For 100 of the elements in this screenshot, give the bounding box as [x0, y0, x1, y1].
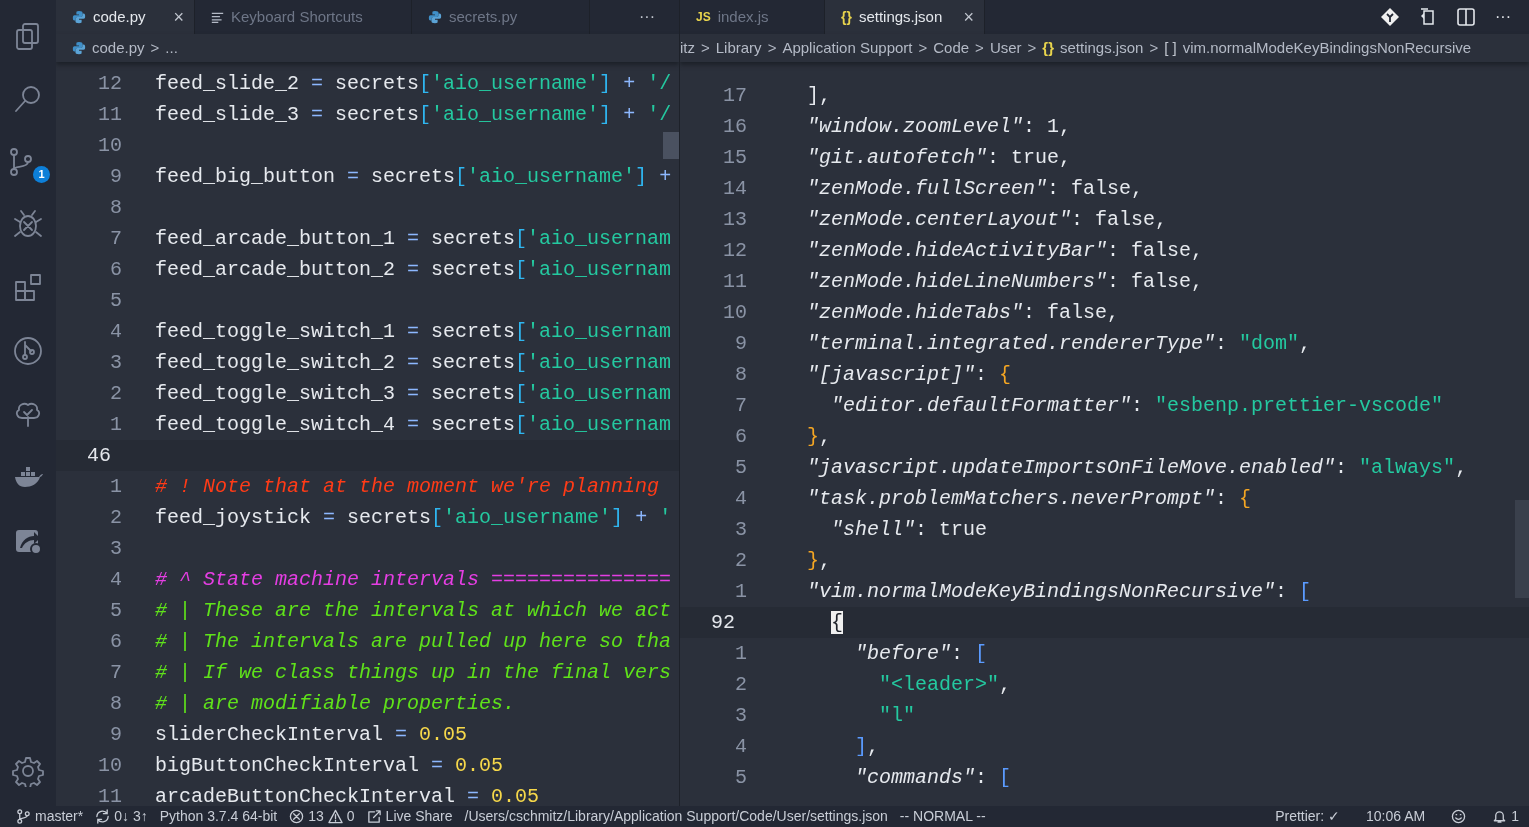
line-number: 46	[86, 442, 112, 469]
status-item[interactable]: 0↓ 3↑	[114, 806, 148, 827]
line-number: 8	[109, 194, 123, 221]
code-line: "[javascript]": {	[807, 361, 1012, 388]
python-icon	[72, 41, 86, 55]
breadcrumb[interactable]: User	[989, 36, 1022, 60]
close-icon[interactable]: ×	[963, 3, 974, 31]
line-number: 9	[109, 721, 123, 748]
line-number: 3	[109, 349, 123, 376]
breadcrumb[interactable]: {} settings.json	[1042, 36, 1144, 60]
code-line: "shell": true	[830, 516, 988, 543]
line-number: 6	[109, 628, 123, 655]
bell-icon[interactable]	[1492, 809, 1508, 824]
close-icon[interactable]: ×	[173, 3, 184, 31]
line-number: 17	[722, 82, 748, 109]
code-line: # | The intervals are pulled up here so tha	[155, 628, 672, 655]
status-item[interactable]: 10:06 AM	[1366, 806, 1426, 827]
code-line: feed_toggle_switch_1 = secrets['aio_usernam	[155, 318, 672, 345]
code-line: "before": [	[854, 640, 988, 667]
array-icon: [ ]	[1164, 36, 1177, 60]
code-line: "<leader>",	[878, 671, 1012, 698]
list-icon	[211, 10, 224, 24]
status-item[interactable]: 0	[346, 806, 355, 827]
js-icon: JS	[696, 8, 711, 26]
sync-icon[interactable]	[95, 809, 111, 824]
breadcrumb[interactable]: itz	[680, 36, 695, 60]
status-item[interactable]: 13	[308, 806, 324, 827]
line-number: 11	[97, 783, 123, 806]
code-line: feed_arcade_button_1 = secrets['aio_usernam	[155, 225, 672, 252]
line-number: 4	[734, 485, 748, 512]
braces-icon: {}	[841, 6, 852, 28]
settings-icon[interactable]	[12, 755, 44, 787]
status-item[interactable]: Python 3.7.4 64-bit	[159, 806, 278, 827]
code-line: feed_slide_3 = secrets['aio_username'] + '/	[155, 101, 672, 128]
line-number: 9	[734, 330, 748, 357]
line-number: 5	[109, 597, 123, 624]
status-item[interactable]: /Users/cschmitz/Library/Application Support/Code/User/settings.json	[464, 806, 888, 827]
chevron-icon: >	[1149, 36, 1159, 60]
line-number: 7	[734, 392, 748, 419]
code-line: "zenMode.hideTabs": false,	[807, 299, 1120, 326]
more-actions-button[interactable]: ···	[1485, 0, 1529, 34]
code-line: "javascript.updateImportsOnFileMove.enabled": "always",	[807, 454, 1468, 481]
status-item[interactable]: Live Share	[385, 806, 453, 827]
line-number: 4	[109, 566, 123, 593]
code-line: "task.problemMatchers.neverPrompt": {	[807, 485, 1252, 512]
code-line: "git.autofetch": true,	[807, 144, 1072, 171]
editor-tab[interactable]: code.py ×	[56, 0, 195, 34]
code-line: feed_toggle_switch_2 = secrets['aio_usernam	[155, 349, 672, 376]
code-line: "window.zoomLevel": 1,	[807, 113, 1072, 140]
extensions-icon[interactable]	[12, 271, 44, 304]
line-number: 5	[734, 764, 748, 791]
chevron-icon: >	[767, 36, 777, 60]
editor-tab[interactable]: {} settings.json ×	[825, 0, 985, 34]
live-share-icon[interactable]	[366, 809, 382, 824]
line-number: 2	[109, 504, 123, 531]
braces-icon: {}	[1042, 36, 1054, 60]
line-number: 12	[97, 70, 123, 97]
more-actions-button[interactable]: ···	[615, 0, 679, 34]
line-number: 12	[722, 237, 748, 264]
line-number: 7	[109, 659, 123, 686]
code-line: feed_joystick = secrets['aio_username'] + '	[155, 504, 672, 531]
code-line: "vim.normalModeKeyBindingsNonRecursive": [	[807, 578, 1312, 605]
code-line: "editor.defaultFormatter": "esbenp.prettier-vscode"	[830, 392, 1444, 419]
code-line: "l"	[878, 702, 916, 729]
status-item[interactable]: -- NORMAL --	[899, 806, 986, 827]
line-number: 2	[734, 671, 748, 698]
breadcrumb[interactable]: code.py	[72, 36, 145, 60]
python-icon	[72, 10, 86, 24]
breadcrumb[interactable]: Application Support	[782, 36, 913, 60]
chevron-icon: >	[150, 36, 160, 60]
status-item[interactable]: 1	[1511, 806, 1519, 827]
code-line: "zenMode.hideLineNumbers": false,	[807, 268, 1204, 295]
breadcrumb[interactable]: Library	[715, 36, 762, 60]
split-editor-icon[interactable]	[1456, 7, 1476, 27]
line-number: 16	[722, 113, 748, 140]
scrollbar-thumb[interactable]	[663, 132, 679, 159]
line-number: 1	[734, 578, 748, 605]
code-line: "zenMode.centerLayout": false,	[807, 206, 1168, 233]
code-line: "zenMode.fullScreen": false,	[807, 175, 1144, 202]
status-item[interactable]: master*	[35, 806, 84, 827]
badge: 1	[33, 166, 50, 183]
error-icon[interactable]	[289, 809, 305, 824]
source-control-icon[interactable]	[10, 147, 32, 176]
branch-icon[interactable]	[16, 809, 31, 824]
line-number: 10	[722, 299, 748, 326]
diamond-icon[interactable]	[1380, 7, 1400, 27]
warning-icon[interactable]	[327, 809, 343, 824]
line-number: 2	[734, 547, 748, 574]
line-number: 6	[734, 423, 748, 450]
smiley-icon[interactable]	[1451, 809, 1467, 824]
breadcrumb[interactable]: Code	[933, 36, 970, 60]
status-item[interactable]: Prettier: ✓	[1275, 806, 1341, 827]
line-number: 13	[722, 206, 748, 233]
line-number: 4	[734, 733, 748, 760]
chevron-icon: >	[975, 36, 984, 60]
breadcrumb[interactable]: [ ] vim.normalModeKeyBindingsNonRecursive	[1164, 36, 1472, 60]
python-icon	[428, 10, 442, 24]
git-graph-icon[interactable]	[12, 334, 44, 367]
line-number: 14	[722, 175, 748, 202]
breadcrumb[interactable]: ...	[165, 36, 178, 60]
